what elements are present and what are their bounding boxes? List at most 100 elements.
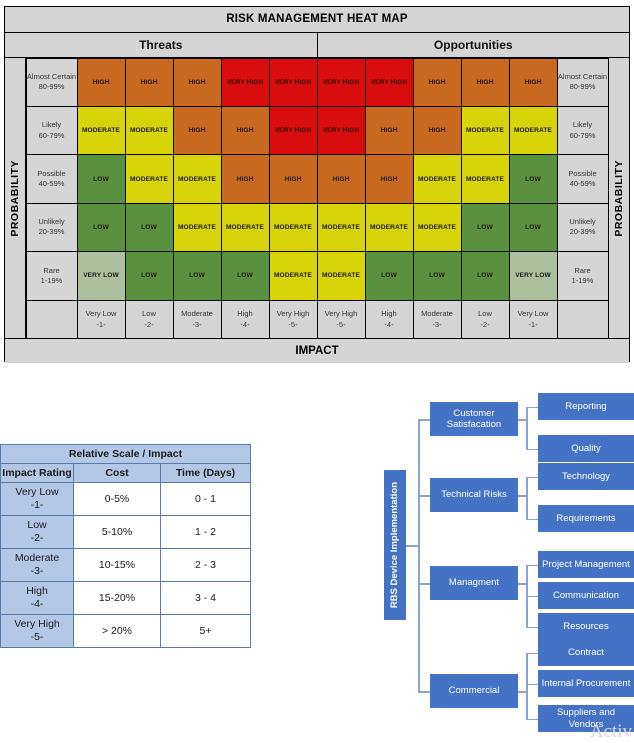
heat-map-cell[interactable]: HIGH xyxy=(172,105,222,156)
heat-map-cell[interactable]: LOW xyxy=(172,251,222,301)
heat-map-section: RISK MANAGEMENT HEAT MAP Threats Opportu… xyxy=(0,0,634,368)
heat-map-cell[interactable]: MODERATE xyxy=(460,105,510,156)
heat-map-cell[interactable]: HIGH xyxy=(124,57,174,107)
heat-map-cell[interactable]: MODERATE xyxy=(508,105,558,156)
heat-map-cell[interactable]: LOW xyxy=(460,251,510,301)
rbs-leaf-node[interactable]: Project Management xyxy=(538,551,634,578)
heat-map-cell[interactable]: LOW xyxy=(76,202,126,253)
heat-map-cell[interactable]: HIGH xyxy=(460,57,510,107)
rbs-connector-line xyxy=(518,419,526,421)
heat-map-cell[interactable]: VERY LOW xyxy=(508,251,558,301)
heat-map-cell[interactable]: MODERATE xyxy=(412,202,462,253)
rbs-leaf-node[interactable]: Technology xyxy=(538,463,634,490)
rbs-connector-line xyxy=(418,691,430,693)
probability-name: Possible xyxy=(568,168,597,178)
heat-map-cell[interactable]: HIGH xyxy=(316,154,366,204)
rbs-branch-node[interactable]: Managment xyxy=(430,566,518,600)
heat-map-cell[interactable]: HIGH xyxy=(220,105,270,156)
scale-cost-value: > 20% xyxy=(73,614,161,648)
scale-rating-name: Very Low xyxy=(15,485,59,498)
impact-column-label: Very High -5- xyxy=(316,299,366,339)
heat-map-cell[interactable]: VERY HIGH xyxy=(268,57,318,107)
heat-map-cell[interactable]: LOW xyxy=(412,251,462,301)
scale-time-value: 2 - 3 xyxy=(160,548,251,582)
heat-map-cell[interactable]: HIGH xyxy=(220,154,270,204)
heat-map-cell[interactable]: LOW xyxy=(508,154,558,204)
scale-table-row: Very Low -1- 0-5% 0 - 1 xyxy=(0,482,251,516)
impact-column-label: Very Low -1- xyxy=(76,299,126,339)
heat-map-cell[interactable]: HIGH xyxy=(172,57,222,107)
heat-map-cell[interactable]: MODERATE xyxy=(316,202,366,253)
heat-map-cell[interactable]: LOW xyxy=(76,154,126,204)
heat-map-cell[interactable]: MODERATE xyxy=(124,105,174,156)
rbs-leaf-node[interactable]: Communication xyxy=(538,582,634,609)
heat-map-cell[interactable]: LOW xyxy=(364,251,414,301)
heat-map-cell[interactable]: LOW xyxy=(220,251,270,301)
heat-map-cell[interactable]: MODERATE xyxy=(412,154,462,204)
heat-map-cell[interactable]: MODERATE xyxy=(172,154,222,204)
rbs-connector-line xyxy=(526,718,538,720)
heat-map-cell[interactable]: VERY HIGH xyxy=(268,105,318,156)
heat-map-cell[interactable]: HIGH xyxy=(76,57,126,107)
heat-map-cell[interactable]: VERY HIGH xyxy=(316,105,366,156)
scale-time-value: 5+ xyxy=(160,614,251,648)
rbs-branch-label: Technical Risks xyxy=(441,489,507,501)
rbs-branch-node[interactable]: Commercial xyxy=(430,674,518,708)
impact-score: -2- xyxy=(144,320,154,330)
rbs-leaf-node[interactable]: Quality xyxy=(538,435,634,462)
rbs-connector-line xyxy=(518,495,526,497)
rbs-leaf-label: Quality xyxy=(571,442,601,454)
heat-map-cell[interactable]: MODERATE xyxy=(364,202,414,253)
heat-map-cell[interactable]: HIGH xyxy=(508,57,558,107)
heat-map-cell[interactable]: HIGH xyxy=(412,57,462,107)
rbs-root-node[interactable]: RBS Device Implementation xyxy=(384,470,406,620)
rbs-leaf-node[interactable]: Suppliers and Vendors xyxy=(538,705,634,732)
probability-range: 20-39% xyxy=(569,227,596,237)
scale-rating-score: -1- xyxy=(30,499,44,511)
heat-map-cell[interactable]: MODERATE xyxy=(460,154,510,204)
scale-cost-value: 0-5% xyxy=(73,482,161,516)
probability-label-left: Almost Certain 80-99% xyxy=(25,57,78,107)
impact-name: Low xyxy=(478,308,492,318)
heat-map-cell[interactable]: MODERATE xyxy=(268,202,318,253)
heat-map-cell[interactable]: MODERATE xyxy=(316,251,366,301)
heat-map-cell[interactable]: LOW xyxy=(508,202,558,253)
heat-map-cell[interactable]: MODERATE xyxy=(220,202,270,253)
heat-map-cell[interactable]: HIGH xyxy=(364,105,414,156)
heat-map-cell[interactable]: VERY HIGH xyxy=(364,57,414,107)
rbs-leaf-node[interactable]: Contract xyxy=(538,639,634,666)
rbs-branch-label: Customer Satisfacation xyxy=(446,407,502,430)
heat-map-cell[interactable]: HIGH xyxy=(268,154,318,204)
rbs-leaf-node[interactable]: Internal Procurement xyxy=(538,670,634,697)
heat-map-cell[interactable]: HIGH xyxy=(412,105,462,156)
rbs-root-spine xyxy=(418,419,420,691)
rbs-connector-line xyxy=(526,476,538,478)
heat-map-cell[interactable]: MODERATE xyxy=(76,105,126,156)
heat-map-row: Rare 1-19% VERY LOW LOW LOW LOW MODERATE MODERA… xyxy=(25,251,609,301)
heat-map-cell[interactable]: VERY LOW xyxy=(76,251,126,301)
rbs-connector-line xyxy=(526,448,538,450)
heat-map-cell[interactable]: LOW xyxy=(124,251,174,301)
heat-map-cell[interactable]: HIGH xyxy=(364,154,414,204)
rbs-leaf-node[interactable]: Reporting xyxy=(538,393,634,420)
rbs-branch-node[interactable]: Technical Risks xyxy=(430,478,518,512)
heat-map-cell[interactable]: LOW xyxy=(124,202,174,253)
heat-map-cell[interactable]: LOW xyxy=(460,202,510,253)
probability-label-left: Possible 40-59% xyxy=(25,154,78,204)
rbs-branch-node[interactable]: Customer Satisfacation xyxy=(430,402,518,436)
rbs-branch-label: Managment xyxy=(448,577,500,589)
probability-label-left: Unlikely 20-39% xyxy=(25,202,78,253)
probability-label-left: Likely 60-79% xyxy=(25,105,78,156)
heat-map-cell[interactable]: MODERATE xyxy=(172,202,222,253)
heat-map-cell[interactable]: MODERATE xyxy=(268,251,318,301)
rbs-leaf-node[interactable]: Requirements xyxy=(538,505,634,532)
impact-score: -4- xyxy=(240,320,250,330)
impact-column-label: Low -2- xyxy=(460,299,510,339)
corner-blank-right xyxy=(556,299,609,339)
rbs-leaf-node[interactable]: Resources xyxy=(538,613,634,640)
heat-map-cell[interactable]: VERY HIGH xyxy=(316,57,366,107)
rbs-leaf-label: Requirements xyxy=(556,512,616,524)
probability-name: Likely xyxy=(572,120,593,130)
heat-map-cell[interactable]: MODERATE xyxy=(124,154,174,204)
heat-map-cell[interactable]: VERY HIGH xyxy=(220,57,270,107)
